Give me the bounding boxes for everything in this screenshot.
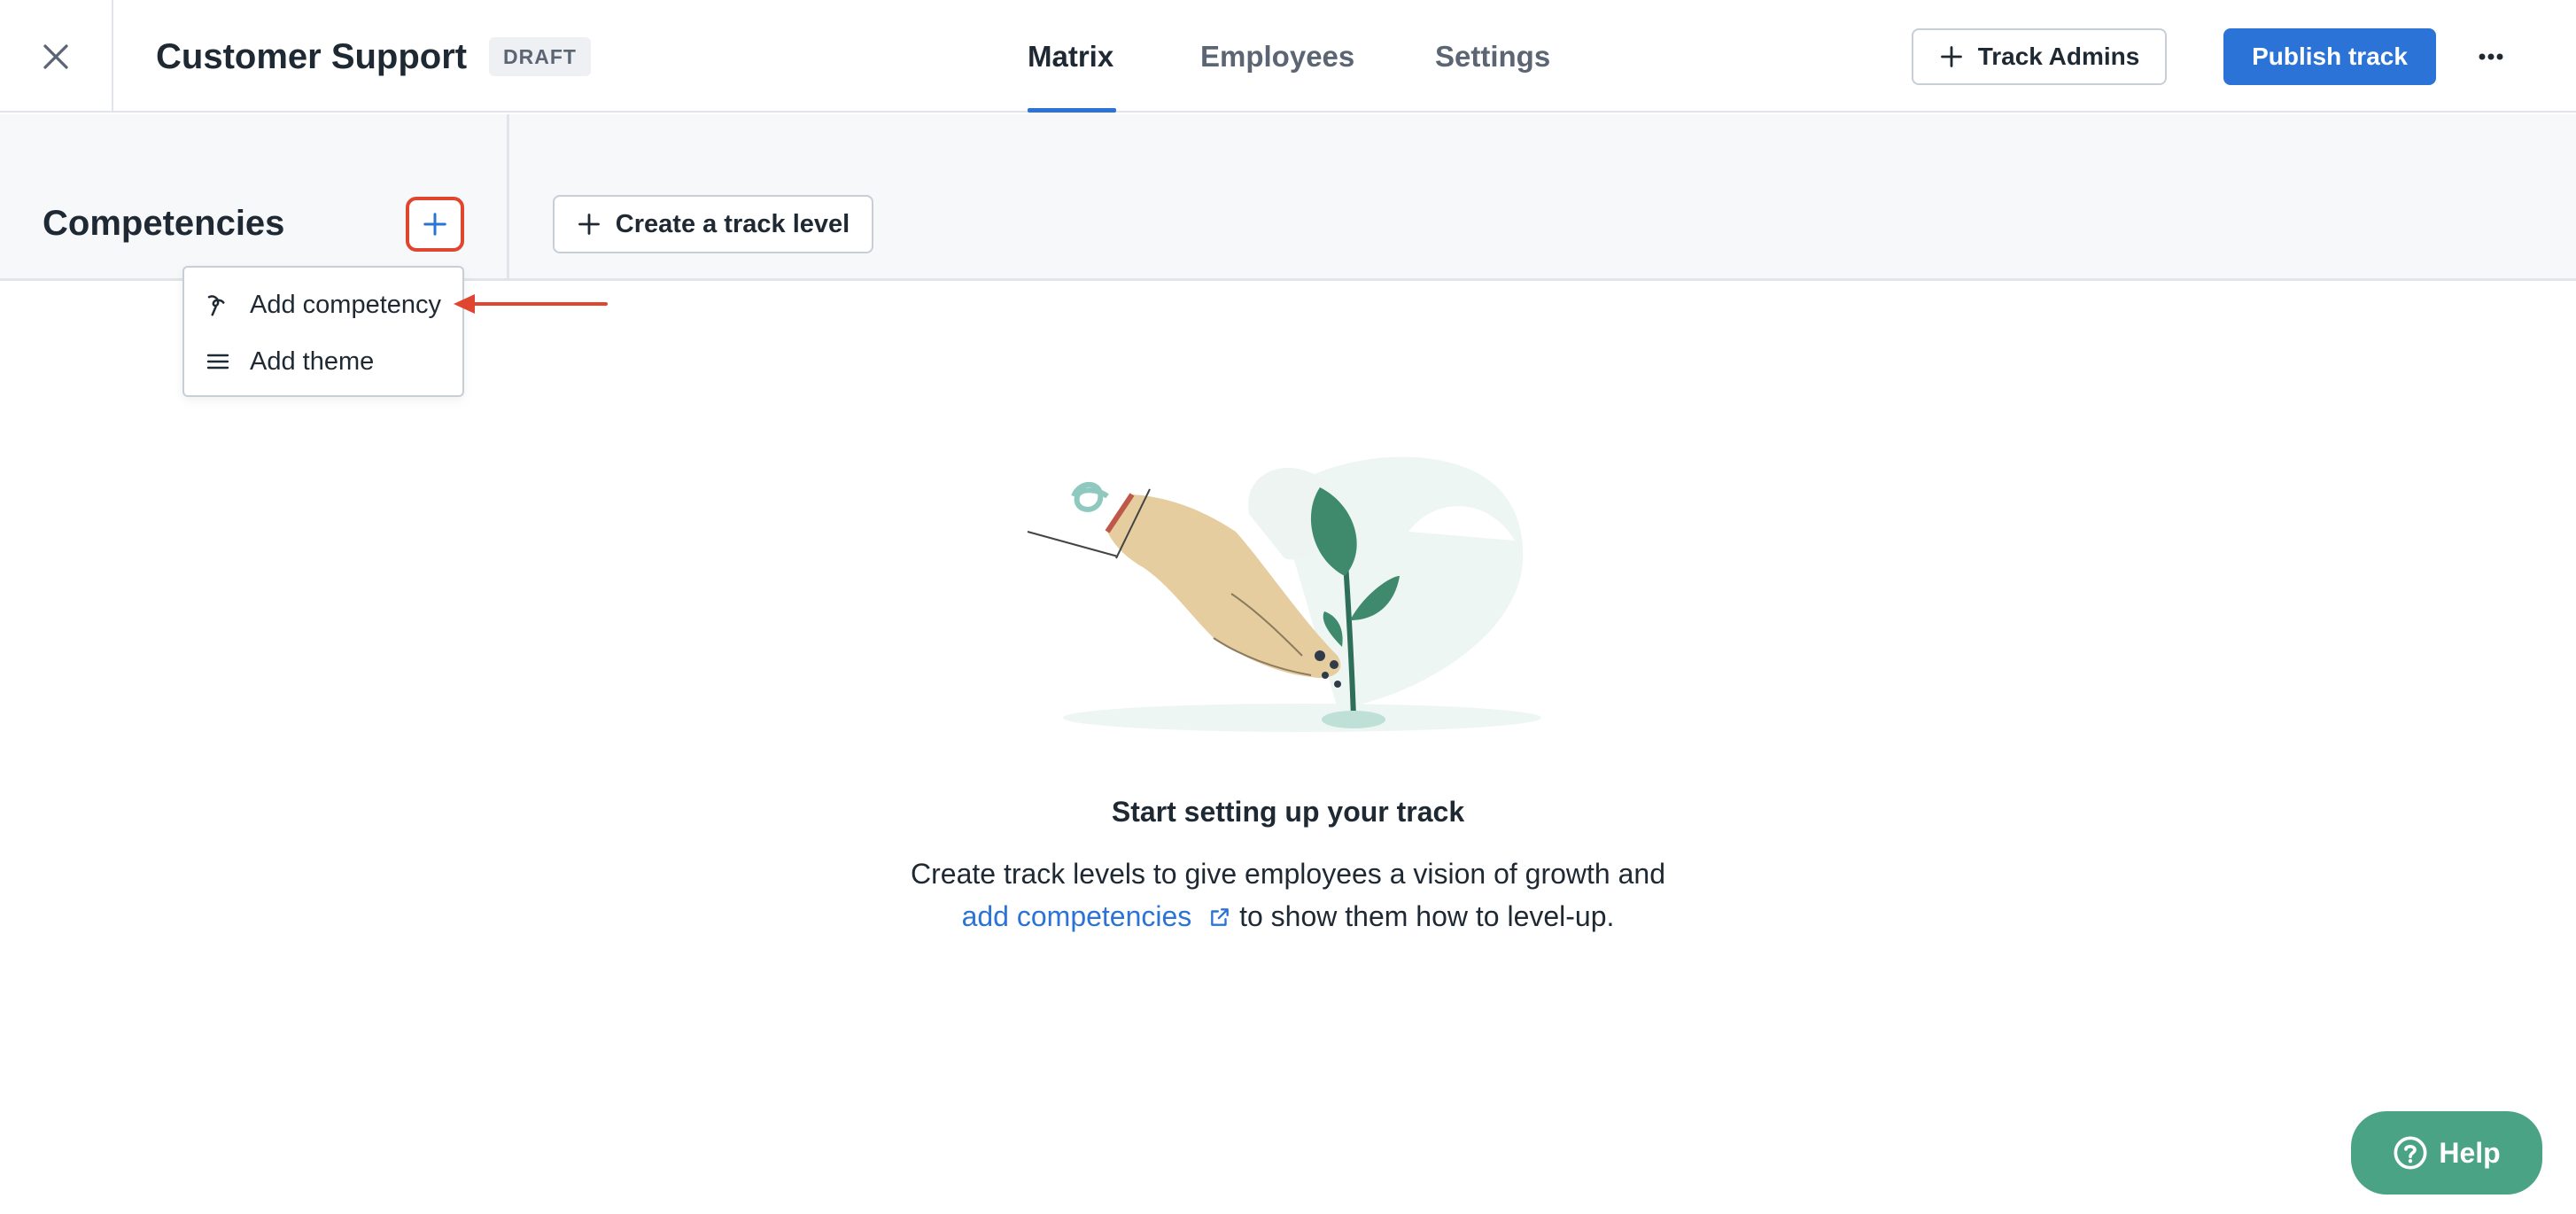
track-title: Customer Support (156, 37, 468, 76)
plus-icon (578, 214, 600, 235)
matrix-header-band (0, 114, 2576, 281)
menu-item-add-competency[interactable]: Add competency (184, 276, 464, 333)
add-competencies-link[interactable]: add competencies (962, 900, 1232, 932)
competencies-title: Competencies (43, 204, 285, 243)
empty-state-line-2-rest: to show them how to level-up. (1231, 900, 1615, 932)
close-icon (43, 43, 68, 69)
track-admins-button[interactable]: Track Admins (1912, 28, 2167, 85)
help-label: Help (2439, 1136, 2501, 1169)
tab-settings[interactable]: Settings (1435, 35, 1550, 78)
list-icon (204, 347, 232, 376)
empty-state-line-2: add competencies to show them how to lev… (0, 895, 2576, 938)
publish-track-button[interactable]: Publish track (2223, 28, 2436, 85)
annotation-arrow (454, 294, 608, 314)
planting-illustration (1027, 456, 1541, 732)
close-button[interactable] (0, 0, 113, 113)
empty-state-line-1: Create track levels to give employees a … (911, 858, 1665, 890)
create-track-level-button[interactable]: Create a track level (553, 195, 873, 253)
track-admins-label: Track Admins (1977, 43, 2140, 70)
column-divider (507, 114, 509, 281)
empty-state-description: Create track levels to give employees a … (0, 852, 2576, 938)
plus-icon (1940, 46, 1962, 67)
add-competencies-link-label: add competencies (961, 900, 1192, 932)
menu-item-add-theme[interactable]: Add theme (184, 333, 464, 390)
more-options-button[interactable] (2463, 28, 2519, 85)
tab-employees[interactable]: Employees (1200, 35, 1354, 78)
menu-item-label: Add competency (250, 290, 442, 319)
menu-item-label: Add theme (250, 346, 375, 376)
external-link-icon (1211, 908, 1230, 926)
active-tab-indicator (1028, 108, 1116, 113)
top-bar: Customer Support DRAFT Matrix Employees … (0, 0, 2576, 113)
draft-badge: DRAFT (489, 37, 591, 76)
plus-icon (423, 213, 446, 236)
more-horizontal-icon (2479, 53, 2503, 60)
help-button[interactable]: Help (2351, 1111, 2542, 1195)
competency-icon (204, 291, 232, 319)
add-menu-dropdown: Add competency Add theme (182, 266, 464, 397)
create-track-level-label: Create a track level (615, 209, 850, 238)
tab-matrix[interactable]: Matrix (1028, 35, 1113, 78)
add-competency-menu-button[interactable] (406, 197, 464, 252)
question-circle-icon (2394, 1136, 2427, 1170)
empty-state-title: Start setting up your track (1111, 796, 1465, 828)
